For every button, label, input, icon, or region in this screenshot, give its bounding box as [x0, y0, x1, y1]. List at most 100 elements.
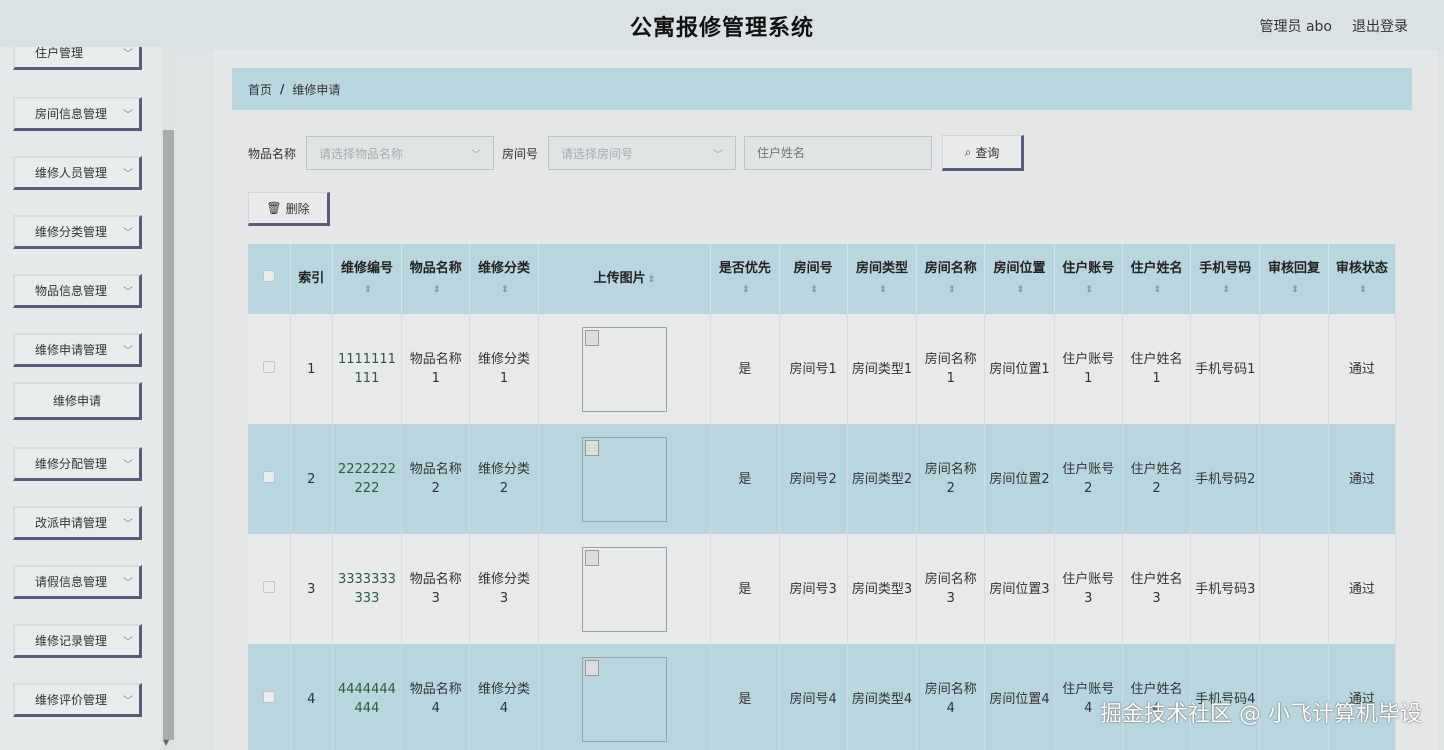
sidebar-item-label: 物品信息管理 [35, 284, 108, 298]
delete-button[interactable]: 🗑 删除 [248, 192, 330, 226]
row-checkbox[interactable] [262, 470, 275, 483]
column-header[interactable]: 审核状态⇕ [1328, 244, 1396, 314]
sidebar-scrollbar-thumb[interactable] [163, 130, 174, 740]
column-header[interactable]: 是否优先⇕ [710, 244, 780, 314]
select-all-checkbox[interactable] [262, 270, 275, 282]
chevron-down-icon: ﹀ [123, 519, 133, 530]
sidebar-subitem-label: 维修申请 [52, 394, 101, 408]
column-header[interactable]: 房间位置⇕ [984, 244, 1055, 314]
breadcrumb-home[interactable]: 首页 [248, 81, 272, 98]
room-number-placeholder: 请选择房间号 [561, 146, 634, 161]
breadcrumb: 首页 / 维修申请 [232, 68, 1412, 110]
broken-image-icon[interactable] [581, 546, 667, 632]
row-checkbox[interactable] [262, 360, 275, 373]
item-name-select[interactable]: 请选择物品名称 ﹀ [306, 136, 495, 170]
chevron-down-icon: ﹀ [123, 578, 133, 589]
column-header[interactable]: 上传图片 ⇕ [538, 244, 712, 314]
sidebar-item-repair-review[interactable]: 维修评价管理 ﹀ [13, 683, 142, 717]
column-header: 索引 [290, 244, 333, 314]
sort-icon[interactable]: ⇕ [1359, 285, 1367, 295]
table-header-row: 索引 维修编号⇕ 物品名称⇕ 维修分类⇕ 上传图片 ⇕ 是否优先⇕ 房间号 ⇕ 房间… [248, 244, 1396, 314]
top-header: 公寓报修管理系统 管理员 abo 退出登录 [0, 0, 1444, 50]
table-row: 2 2222222222 物品名称2 维修分类2 是 房间号2 房间类型2 房间… [248, 424, 1396, 534]
sort-icon[interactable]: ⇕ [648, 275, 656, 285]
column-header[interactable]: 房间名称⇕ [916, 244, 986, 314]
column-header[interactable]: 房间号 ⇕ [779, 244, 848, 314]
chevron-down-icon: ﹀ [123, 346, 133, 357]
sort-icon[interactable]: ⇕ [1223, 285, 1231, 295]
table-row: 3 3333333333 物品名称3 维修分类3 是 房间号3 房间类型3 房间… [248, 534, 1396, 644]
breadcrumb-separator: / [280, 82, 285, 96]
broken-image-icon[interactable] [581, 436, 667, 522]
sort-icon[interactable]: ⇕ [364, 285, 372, 295]
logout-link[interactable]: 退出登录 [1352, 16, 1408, 36]
broken-image-icon[interactable] [581, 656, 667, 742]
account-cell: 住户账号2 [1054, 424, 1123, 534]
sidebar-item-label: 住户管理 [35, 47, 84, 60]
room-type-cell: 房间类型1 [847, 314, 918, 424]
sidebar-item-label: 房间信息管理 [35, 107, 108, 121]
sidebar-item-repair-request[interactable]: 维修申请管理 ﹀ [13, 333, 142, 367]
query-button[interactable]: ⌕ 查询 [942, 135, 1025, 171]
sort-icon[interactable]: ⇕ [1017, 285, 1025, 295]
chevron-down-icon: ﹀ [713, 149, 724, 161]
resident-name-input[interactable] [744, 136, 933, 170]
column-header[interactable]: 房间类型⇕ [847, 244, 918, 314]
row-checkbox[interactable] [262, 690, 275, 703]
sidebar-subitem-repair-request[interactable]: 维修申请 [13, 382, 142, 420]
sidebar-item-residents[interactable]: 住户管理 ﹀ [13, 47, 142, 70]
sort-icon[interactable]: ⇕ [742, 285, 750, 295]
priority-cell: 是 [710, 644, 780, 750]
sort-icon[interactable]: ⇕ [433, 285, 441, 295]
column-header[interactable]: 维修编号⇕ [332, 244, 403, 314]
chevron-down-icon: ﹀ [123, 169, 133, 180]
room-name-cell: 房间名称3 [916, 534, 986, 644]
sidebar-item-rooms[interactable]: 房间信息管理 ﹀ [13, 97, 142, 131]
sidebar-item-items[interactable]: 物品信息管理 ﹀ [13, 274, 142, 308]
room-number-select[interactable]: 请选择房间号 ﹀ [548, 136, 737, 170]
sort-icon[interactable]: ⇕ [810, 285, 818, 295]
sidebar-item-leave[interactable]: 请假信息管理 ﹀ [13, 565, 142, 599]
row-select-cell [248, 314, 291, 424]
chevron-down-icon: ﹀ [471, 149, 482, 161]
sidebar-item-repair-assign[interactable]: 维修分配管理 ﹀ [13, 447, 142, 481]
account-cell: 住户账号3 [1054, 534, 1123, 644]
sort-icon[interactable]: ⇕ [501, 285, 509, 295]
chevron-down-icon: ﹀ [123, 110, 133, 121]
broken-image-icon[interactable] [581, 326, 667, 412]
priority-cell: 是 [710, 314, 780, 424]
column-header[interactable]: 审核回复⇕ [1259, 244, 1329, 314]
column-header[interactable]: 物品名称⇕ [401, 244, 471, 314]
account-cell: 住户账号1 [1054, 314, 1123, 424]
column-header[interactable]: 手机号码⇕ [1190, 244, 1261, 314]
row-checkbox[interactable] [262, 580, 275, 593]
scroll-down-arrow-icon[interactable]: ▼ [163, 738, 169, 747]
sort-icon[interactable]: ⇕ [948, 285, 956, 295]
item-name-label: 物品名称 [248, 146, 297, 161]
priority-cell: 是 [710, 424, 780, 534]
room-type-cell: 房间类型4 [847, 644, 918, 750]
sidebar-item-repair-staff[interactable]: 维修人员管理 ﹀ [13, 156, 142, 190]
room-location-cell: 房间位置1 [984, 314, 1055, 424]
sidebar-item-reassign[interactable]: 改派申请管理 ﹀ [13, 506, 142, 540]
category-cell: 维修分类3 [469, 534, 539, 644]
sidebar-item-repair-record[interactable]: 维修记录管理 ﹀ [13, 624, 142, 658]
item-name-cell: 物品名称3 [401, 534, 471, 644]
column-header[interactable]: 住户账号⇕ [1054, 244, 1123, 314]
column-header[interactable]: 住户姓名⇕ [1122, 244, 1192, 314]
sidebar-item-label: 改派申请管理 [35, 516, 108, 530]
sidebar-item-repair-category[interactable]: 维修分类管理 ﹀ [13, 215, 142, 249]
sort-icon[interactable]: ⇕ [1085, 285, 1093, 295]
column-header[interactable]: 维修分类⇕ [469, 244, 539, 314]
sort-icon[interactable]: ⇕ [879, 285, 887, 295]
room-location-cell: 房间位置3 [984, 534, 1055, 644]
row-select-cell [248, 534, 291, 644]
chevron-down-icon: ﹀ [123, 460, 133, 471]
room-type-cell: 房间类型3 [847, 534, 918, 644]
select-all-cell [248, 244, 291, 314]
room-number-cell: 房间号4 [779, 644, 848, 750]
sort-icon[interactable]: ⇕ [1291, 285, 1299, 295]
sidebar-item-label: 维修记录管理 [35, 634, 108, 648]
sort-icon[interactable]: ⇕ [1154, 285, 1162, 295]
trash-icon: 🗑 [266, 201, 282, 215]
